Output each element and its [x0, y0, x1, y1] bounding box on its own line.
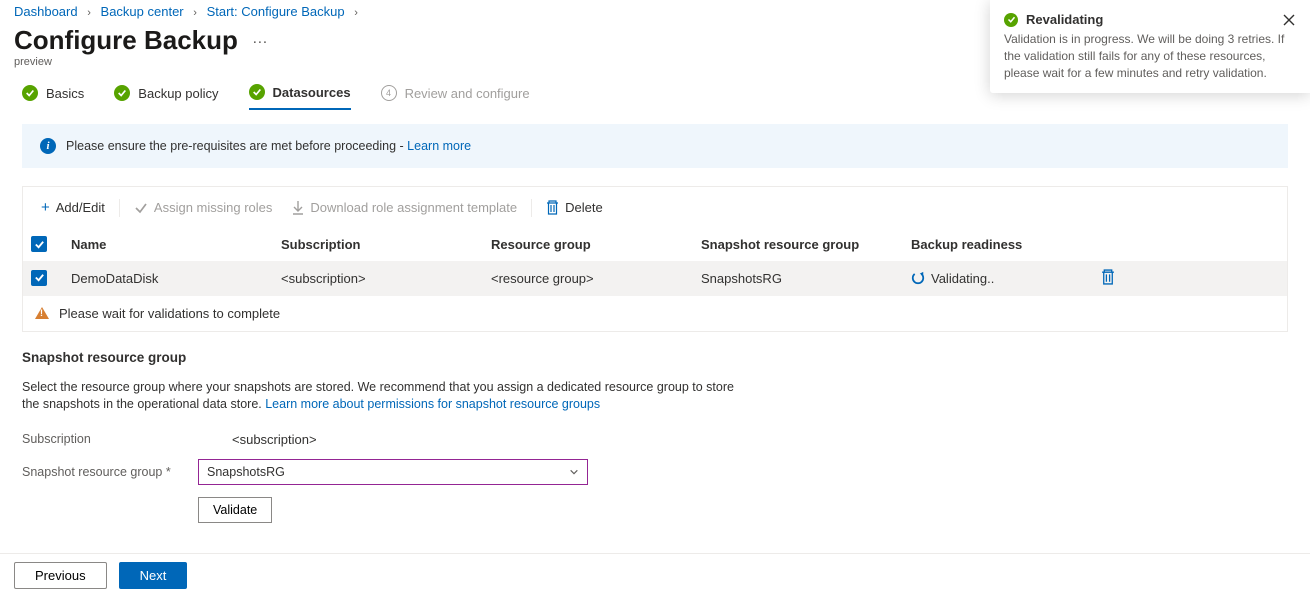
button-label: Assign missing roles	[154, 200, 273, 215]
learn-more-link[interactable]: Learn more about permissions for snapsho…	[265, 397, 600, 411]
delete-button[interactable]: Delete	[540, 198, 609, 217]
toast-notification: Revalidating Validation is in progress. …	[990, 0, 1310, 93]
wizard-footer: Previous Next	[0, 553, 1310, 597]
chevron-right-icon: ›	[354, 7, 358, 19]
info-banner: i Please ensure the pre-requisites are m…	[22, 124, 1288, 168]
subscription-value: <subscription>	[232, 432, 317, 447]
learn-more-link[interactable]: Learn more	[407, 139, 471, 153]
toolbar: + Add/Edit Assign missing roles Download…	[23, 187, 1287, 228]
button-label: Delete	[565, 200, 603, 215]
check-icon	[22, 85, 38, 101]
datasources-card: + Add/Edit Assign missing roles Download…	[22, 186, 1288, 332]
toast-title: Revalidating	[1026, 12, 1274, 27]
breadcrumb-link[interactable]: Start: Configure Backup	[207, 4, 345, 19]
step-review: 4 Review and configure	[381, 84, 530, 110]
warning-text: Please wait for validations to complete	[59, 306, 280, 321]
step-basics[interactable]: Basics	[22, 84, 84, 110]
step-label: Basics	[46, 86, 84, 101]
breadcrumb-link[interactable]: Dashboard	[14, 4, 78, 19]
table-header: Name Subscription Resource group Snapsho…	[23, 228, 1287, 261]
snapshot-rg-section: Snapshot resource group Select the resou…	[0, 332, 1310, 523]
add-edit-button[interactable]: + Add/Edit	[35, 197, 111, 218]
cell-readiness: Validating..	[911, 271, 1101, 286]
validation-warning-row: Please wait for validations to complete	[23, 296, 1287, 331]
col-subscription: Subscription	[281, 237, 491, 252]
success-icon	[1004, 13, 1018, 27]
trash-icon	[546, 200, 559, 215]
refresh-icon	[911, 271, 925, 285]
readiness-text: Validating..	[931, 271, 994, 286]
check-icon	[249, 84, 265, 100]
close-icon[interactable]	[1282, 13, 1296, 27]
breadcrumb-link[interactable]: Backup center	[101, 4, 184, 19]
check-icon	[134, 201, 148, 215]
chevron-down-icon	[569, 467, 579, 477]
cell-resource-group: <resource group>	[491, 271, 701, 286]
col-readiness: Backup readiness	[911, 237, 1101, 252]
checkbox-row[interactable]	[31, 270, 47, 286]
next-button[interactable]: Next	[119, 562, 188, 589]
page-title: Configure Backup	[14, 25, 238, 56]
step-datasources[interactable]: Datasources	[249, 84, 351, 110]
divider	[119, 199, 120, 217]
step-label: Review and configure	[405, 86, 530, 101]
col-resource-group: Resource group	[491, 237, 701, 252]
validate-button[interactable]: Validate	[198, 497, 272, 523]
button-label: Add/Edit	[56, 200, 105, 215]
snapshot-rg-select[interactable]: SnapshotsRG	[198, 459, 588, 485]
info-icon: i	[40, 138, 56, 154]
step-backup-policy[interactable]: Backup policy	[114, 84, 218, 110]
info-text: Please ensure the pre-requisites are met…	[66, 139, 407, 153]
col-name: Name	[71, 237, 281, 252]
button-label: Download role assignment template	[310, 200, 517, 215]
checkbox-all[interactable]	[31, 236, 47, 252]
assign-roles-button: Assign missing roles	[128, 198, 279, 217]
step-label: Backup policy	[138, 86, 218, 101]
cell-subscription: <subscription>	[281, 271, 491, 286]
snapshot-rg-label: Snapshot resource group *	[22, 465, 198, 479]
chevron-right-icon: ›	[87, 7, 91, 19]
cell-snapshot-rg: SnapshotsRG	[701, 271, 911, 286]
table-row[interactable]: DemoDataDisk <subscription> <resource gr…	[23, 261, 1287, 296]
plus-icon: +	[41, 199, 50, 216]
select-value: SnapshotsRG	[207, 465, 285, 479]
step-label: Datasources	[273, 85, 351, 100]
cell-name: DemoDataDisk	[71, 271, 281, 286]
col-snapshot-rg: Snapshot resource group	[701, 237, 911, 252]
download-template-button: Download role assignment template	[286, 198, 523, 217]
download-icon	[292, 201, 304, 215]
step-number: 4	[381, 85, 397, 101]
divider	[531, 199, 532, 217]
check-icon	[114, 85, 130, 101]
trash-icon[interactable]	[1101, 269, 1115, 285]
more-icon[interactable]: …	[252, 31, 268, 51]
subscription-label: Subscription	[22, 432, 232, 446]
chevron-right-icon: ›	[193, 7, 197, 19]
section-heading: Snapshot resource group	[22, 350, 1288, 365]
toast-body: Validation is in progress. We will be do…	[1004, 31, 1296, 81]
warning-icon	[35, 307, 49, 319]
previous-button[interactable]: Previous	[14, 562, 107, 589]
